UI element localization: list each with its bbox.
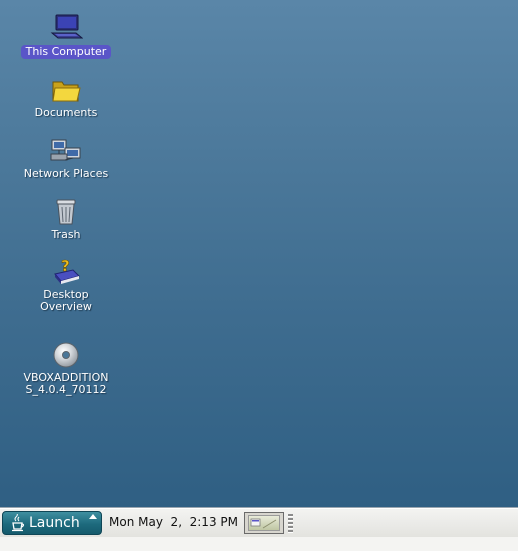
workspace-switcher[interactable] xyxy=(244,512,284,534)
cd-disc-icon xyxy=(53,342,79,368)
desktop-icon-vboxadditions-cd[interactable]: VBOXADDITION S_4.0.4_70112 xyxy=(11,340,121,396)
panel-drag-handle[interactable] xyxy=(287,512,294,534)
taskbar: Launch Mon May 2, 2:13 PM xyxy=(0,508,518,537)
chevron-up-icon xyxy=(89,514,97,519)
desktop-icon-trash[interactable]: Trash xyxy=(11,197,121,241)
network-icon xyxy=(50,139,81,161)
launch-button-label: Launch xyxy=(29,515,80,531)
taskbar-bottom-edge xyxy=(0,537,518,551)
desktop-icon-label: Desktop Overview xyxy=(40,288,92,313)
window-preview-icon xyxy=(250,518,277,529)
computer-icon xyxy=(50,14,83,39)
help-book-icon: ? xyxy=(54,257,80,284)
clock[interactable]: Mon May 2, 2:13 PM xyxy=(109,515,238,529)
workspace-thumbnail-icon xyxy=(248,515,280,531)
desktop-icon-label: This Computer xyxy=(20,45,112,59)
desktop-icon-this-computer[interactable]: This Computer xyxy=(11,13,121,59)
desktop-icon-label: Network Places xyxy=(23,167,109,180)
desktop-icon-label: VBOXADDITION S_4.0.4_70112 xyxy=(23,371,109,396)
desktop[interactable]: This Computer Documents Network Places T… xyxy=(0,0,518,508)
trash-icon xyxy=(56,199,76,225)
java-cup-icon xyxy=(12,514,25,532)
svg-text:?: ? xyxy=(61,257,70,275)
desktop-icon-network-places[interactable]: Network Places xyxy=(11,136,121,180)
desktop-icon-desktop-overview[interactable]: ? Desktop Overview xyxy=(11,257,121,313)
desktop-icon-label: Documents xyxy=(34,106,98,119)
desktop-icon-documents[interactable]: Documents xyxy=(11,75,121,119)
desktop-icon-label: Trash xyxy=(51,228,81,241)
folder-icon xyxy=(52,81,81,102)
launch-button[interactable]: Launch xyxy=(2,511,102,535)
